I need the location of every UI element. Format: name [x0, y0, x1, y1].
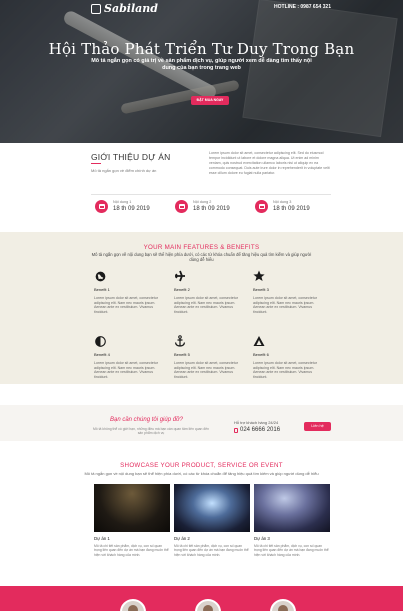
project-desc: Mô tả chi tiết sản phẩm, dịch vụ, con số… [254, 544, 329, 557]
date-item: Nội dung 2 18 th 09 2019 [175, 200, 230, 213]
calendar-icon [95, 200, 108, 213]
feature-item: Benefit 6 Lorem ipsum dolor sit amet, co… [253, 335, 317, 379]
feature-desc: Lorem ipsum dolor sit amet, consectetur … [174, 361, 238, 379]
plane-icon [174, 270, 186, 282]
feature-desc: Lorem ipsum dolor sit amet, consectetur … [253, 361, 317, 379]
project-image[interactable] [94, 484, 170, 532]
calendar-icon [255, 200, 268, 213]
support-label: Hỗ trợ khách hàng 24/24 [234, 420, 279, 425]
feature-desc: Lorem ipsum dolor sit amet, consectetur … [94, 296, 158, 314]
help-title: Bạn cần chúng tôi giúp đỡ? [110, 417, 184, 423]
feature-name: Benefit 5 [174, 352, 190, 357]
star-icon [253, 270, 265, 282]
hero-subtitle: Mô tả ngắn gọn có giá trị về sản phẩm dị… [91, 58, 312, 71]
intro-subtitle: Mô tả ngắn gọn về điểm chính dự án [91, 168, 157, 173]
date-item: Nội dung 3 18 th 09 2019 [255, 200, 310, 213]
feature-name: Benefit 1 [94, 287, 110, 292]
support-phone: 024 6666 2016 [234, 427, 280, 433]
project-desc: Mô tả chi tiết sản phẩm, dịch vụ, con số… [94, 544, 169, 557]
feature-item: Benefit 1 Lorem ipsum dolor sit amet, co… [94, 270, 158, 314]
calendar-icon [175, 200, 188, 213]
hero-banner: Sabiland HOTLINE : 0987 654 321 Hội Thảo… [0, 0, 403, 143]
feature-desc: Lorem ipsum dolor sit amet, consectetur … [94, 361, 158, 379]
date-value: 18 th 09 2019 [193, 206, 230, 212]
contact-button[interactable]: Liên hệ [304, 422, 331, 431]
project-name: Dự án 2 [174, 536, 190, 541]
project-card[interactable]: Dự án 1 Mô tả chi tiết sản phẩm, dịch vụ… [94, 484, 170, 557]
project-name: Dự án 1 [94, 536, 110, 541]
anchor-icon [174, 335, 186, 347]
feature-name: Benefit 3 [253, 287, 269, 292]
date-item: Nội dung 1 18 th 09 2019 [95, 200, 150, 213]
project-image[interactable] [174, 484, 250, 532]
project-image[interactable] [254, 484, 330, 532]
feature-name: Benefit 2 [174, 287, 190, 292]
feature-desc: Lorem ipsum dolor sit amet, consectetur … [174, 296, 238, 314]
phone-number: 024 6666 2016 [240, 427, 281, 433]
logo[interactable]: Sabiland [91, 2, 158, 15]
globe-icon [94, 270, 106, 282]
hotline: HOTLINE : 0987 654 321 [274, 4, 331, 10]
showcase-title: SHOWCASE YOUR PRODUCT, SERVICE OR EVENT [120, 462, 283, 469]
feature-item: Benefit 4 Lorem ipsum dolor sit amet, co… [94, 335, 158, 379]
project-card[interactable]: Dự án 2 Mô tả chi tiết sản phẩm, dịch vụ… [174, 484, 250, 557]
feature-item: Benefit 3 Lorem ipsum dolor sit amet, co… [253, 270, 317, 314]
feature-item: Benefit 2 Lorem ipsum dolor sit amet, co… [174, 270, 238, 314]
intro-paragraph: Lorem ipsum dolor sit amet, consectetur … [209, 151, 330, 175]
date-label: Nội dung 1 [113, 200, 132, 204]
date-label: Nội dung 3 [273, 200, 292, 204]
divider [91, 194, 331, 195]
date-value: 18 th 09 2019 [273, 206, 310, 212]
feature-name: Benefit 6 [253, 352, 269, 357]
feature-desc: Lorem ipsum dolor sit amet, consectetur … [253, 296, 317, 314]
project-desc: Mô tả chi tiết sản phẩm, dịch vụ, con số… [174, 544, 249, 557]
triangle-icon [253, 335, 265, 347]
logo-text: Sabiland [104, 2, 158, 15]
intro-title: GIỚI THIỆU DỰ ÁN [91, 152, 171, 162]
features-subtitle: Mô tả ngắn gọn về nội dung bạn sẽ thể hi… [91, 252, 312, 262]
logo-icon [91, 3, 101, 14]
contrast-icon [94, 335, 106, 347]
intro-underline [91, 163, 101, 164]
feature-name: Benefit 4 [94, 352, 110, 357]
help-subtitle: Mô tả không thể có giới hạn, những điều … [92, 427, 210, 436]
date-value: 18 th 09 2019 [113, 206, 150, 212]
feature-item: Benefit 5 Lorem ipsum dolor sit amet, co… [174, 335, 238, 379]
phone-icon [234, 427, 238, 433]
order-now-button[interactable]: ĐẶT MUA NGAY [191, 96, 229, 105]
project-card[interactable]: Dự án 3 Mô tả chi tiết sản phẩm, dịch vụ… [254, 484, 330, 557]
project-name: Dự án 3 [254, 536, 270, 541]
page-title: Hội Thảo Phát Triển Tư Duy Trong Bạn [48, 40, 355, 58]
features-title: YOUR MAIN FEATURES & BENEFITS [143, 244, 260, 251]
showcase-subtitle: Mô tả ngắn gọn về nội dung bạn sẽ thể hi… [84, 471, 319, 476]
date-label: Nội dung 2 [193, 200, 212, 204]
